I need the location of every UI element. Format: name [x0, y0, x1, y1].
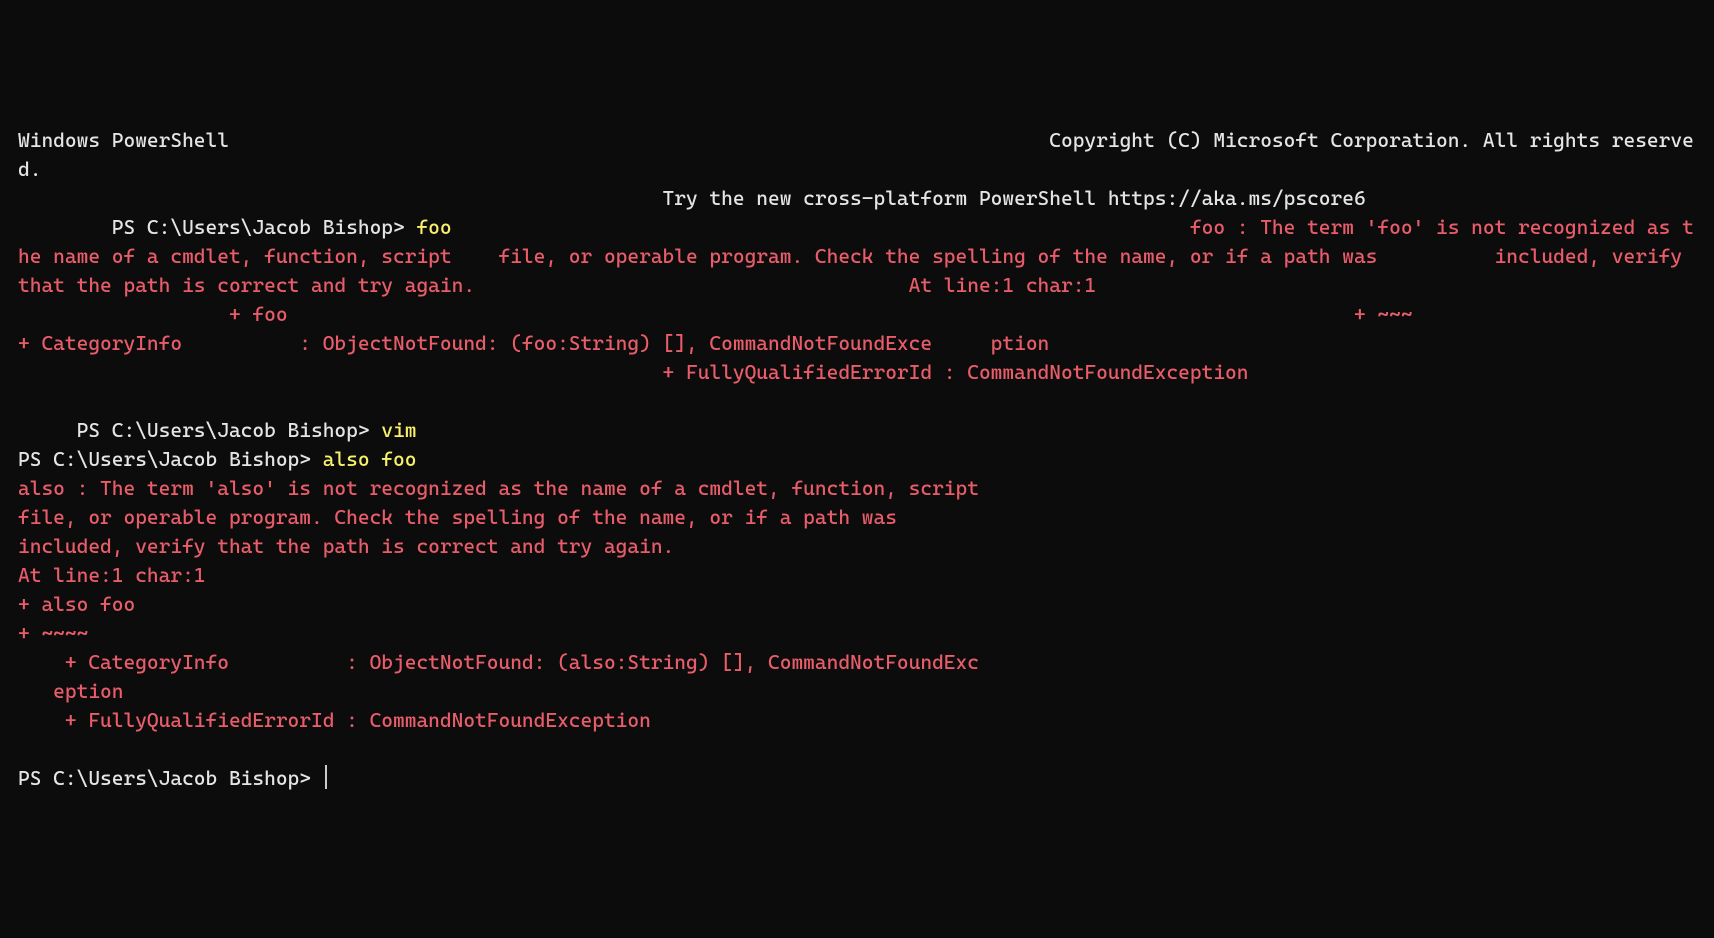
command-3: also foo	[323, 447, 417, 471]
prompt-3: PS C:\Users\Jacob Bishop>	[18, 447, 323, 471]
terminal-viewport[interactable]: Windows PowerShell Copyright (C) Microso…	[18, 126, 1700, 793]
prompt-2: PS C:\Users\Jacob Bishop>	[18, 418, 381, 442]
error-1-b: + foo + ~~~	[18, 302, 1714, 355]
prompt-1: PS C:\Users\Jacob Bishop>	[18, 215, 416, 239]
banner-line-1: Windows PowerShell Copyright (C) Microso…	[18, 128, 1694, 181]
error-3-line: + ~~~~	[18, 621, 88, 645]
error-3-line: At line:1 char:1	[18, 563, 206, 587]
command-2: vim	[381, 418, 416, 442]
banner-line-2: Try the new cross-platform PowerShell ht…	[18, 186, 1366, 210]
prompt-active[interactable]: PS C:\Users\Jacob Bishop>	[18, 766, 323, 790]
error-3-line: + also foo	[18, 592, 135, 616]
error-3-line: + FullyQualifiedErrorId : CommandNotFoun…	[18, 708, 651, 732]
command-1: foo	[416, 215, 451, 239]
error-3-line: also : The term 'also' is not recognized…	[18, 476, 979, 500]
error-1-c: + FullyQualifiedErrorId : CommandNotFoun…	[18, 360, 1248, 384]
error-3-line: file, or operable program. Check the spe…	[18, 505, 897, 529]
error-3-line: eption	[18, 679, 123, 703]
cursor-icon	[325, 765, 327, 789]
error-3-line: + CategoryInfo : ObjectNotFound: (also:S…	[18, 650, 979, 674]
error-3-line: included, verify that the path is correc…	[18, 534, 674, 558]
gap-1	[452, 215, 1190, 239]
